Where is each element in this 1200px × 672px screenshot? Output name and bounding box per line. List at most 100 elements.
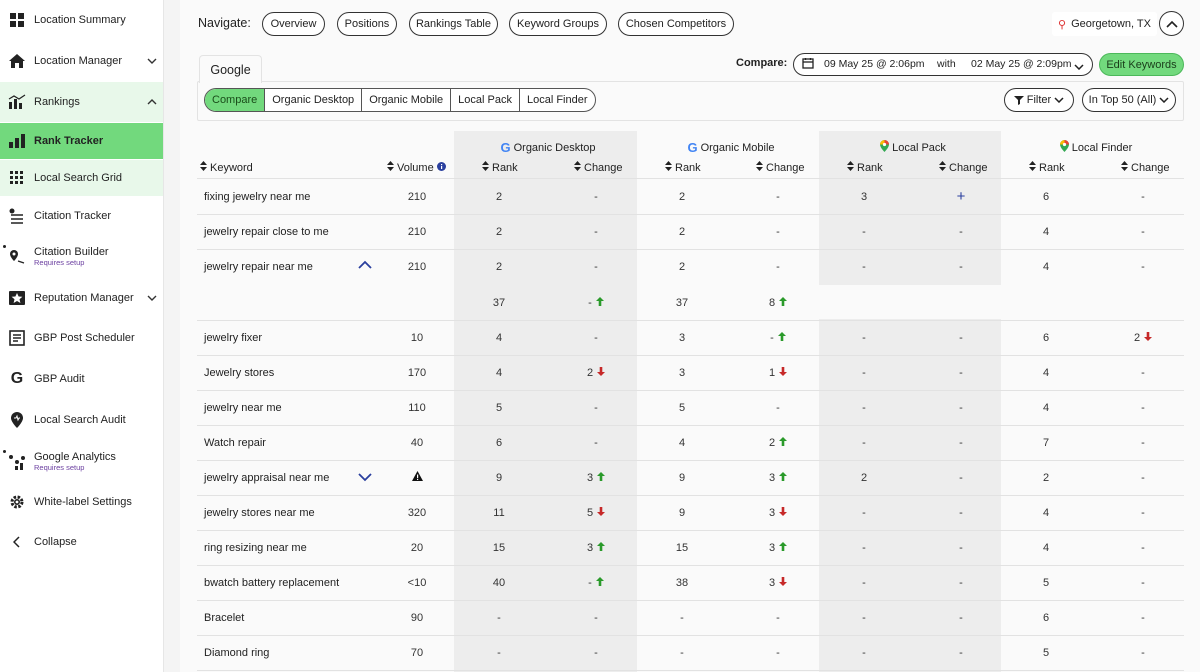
nav-pill-chosen-competitors[interactable]: Chosen Competitors: [618, 12, 734, 36]
sidebar-item-google-analytics[interactable]: Google Analytics Requires setup: [0, 448, 163, 476]
home-icon: [8, 52, 26, 70]
segment-organic-mobile[interactable]: Organic Mobile: [362, 89, 452, 111]
rank-cell: 9: [495, 472, 503, 484]
change-cell: 2: [758, 437, 798, 449]
rank-cell: 4: [495, 332, 503, 344]
column-header-rank[interactable]: Rank: [847, 161, 883, 174]
sidebar-item-citation-tracker[interactable]: Citation Tracker: [0, 204, 163, 228]
column-header-rank[interactable]: Rank: [665, 161, 701, 174]
nav-pill-positions[interactable]: Positions: [337, 12, 397, 36]
group-header-label: Organic Mobile: [700, 141, 775, 154]
column-header-change[interactable]: Change: [939, 161, 988, 174]
chevron-down-icon[interactable]: [147, 292, 157, 304]
change-value: -: [594, 226, 598, 238]
chevron-down-icon[interactable]: [147, 55, 157, 67]
change-value: -: [588, 297, 592, 309]
sidebar-item-white-label-settings[interactable]: White-label Settings: [0, 490, 163, 514]
sidebar-item-label: Rank Tracker: [34, 135, 104, 147]
sidebar-item-gbp-audit[interactable]: G GBP Audit: [0, 367, 163, 391]
chevron-down-icon[interactable]: [345, 473, 385, 485]
row-divider: [197, 670, 1184, 671]
rank-cell: 11: [493, 507, 505, 519]
sidebar-item-local-search-audit[interactable]: Local Search Audit: [0, 408, 163, 432]
column-header-change[interactable]: Change: [574, 161, 623, 174]
citation-icon: [8, 207, 26, 225]
segment-organic-desktop[interactable]: Organic Desktop: [265, 89, 363, 111]
bar-chart-icon: [8, 93, 26, 111]
info-icon[interactable]: [436, 161, 446, 174]
arrow-down-icon: [779, 367, 788, 379]
change-value: -: [776, 191, 780, 203]
change-cell: -: [941, 332, 981, 344]
sidebar-item-rankings[interactable]: Rankings: [0, 82, 163, 122]
location-selector[interactable]: ⚲ Georgetown, TX: [1052, 12, 1157, 36]
sidebar-item-label: GBP Audit: [34, 373, 85, 385]
volume-cell: 210: [407, 226, 427, 238]
sidebar-item-rank-tracker[interactable]: Rank Tracker: [0, 123, 163, 159]
column-header-label: Change: [949, 161, 988, 174]
column-header-volume[interactable]: Volume: [387, 161, 446, 174]
sidebar-item-citation-builder[interactable]: Citation Builder Requires setup: [0, 243, 163, 271]
segment-compare[interactable]: Compare: [205, 89, 266, 111]
nav-pill-rankings-table[interactable]: Rankings Table: [409, 12, 498, 36]
compare-date-selector[interactable]: 09 May 25 @ 2:06pm with 02 May 25 @ 2:09…: [793, 53, 1093, 76]
change-cell: -: [576, 577, 616, 589]
sidebar-item-gbp-post-scheduler[interactable]: GBP Post Scheduler: [0, 326, 163, 350]
column-header-label: Rank: [675, 161, 701, 174]
navigate-label: Navigate:: [198, 16, 251, 30]
star-box-icon: [8, 289, 26, 307]
change-value: -: [1141, 261, 1145, 273]
rank-cell: 37: [492, 297, 506, 309]
rank-cell: 2: [678, 261, 686, 273]
top-rank-dropdown[interactable]: In Top 50 (All): [1082, 88, 1176, 112]
google-g-icon: G: [500, 140, 511, 155]
change-value: -: [959, 332, 963, 344]
rank-cell: -: [862, 437, 866, 449]
change-cell: -: [576, 332, 616, 344]
sidebar-item-local-search-grid[interactable]: Local Search Grid: [0, 160, 163, 196]
volume-cell: <10: [407, 577, 427, 589]
change-cell: -: [758, 612, 798, 624]
column-header-label: Keyword: [210, 161, 253, 174]
tab-google[interactable]: Google: [199, 55, 262, 83]
rank-cell: -: [862, 226, 866, 238]
sidebar: Location Summary Location Manager Rankin…: [0, 0, 164, 672]
column-header-keyword[interactable]: Keyword: [200, 161, 253, 174]
column-header-rank[interactable]: Rank: [1029, 161, 1065, 174]
sidebar-item-location-summary[interactable]: Location Summary: [0, 8, 163, 32]
change-cell: 2: [1123, 332, 1163, 344]
change-cell: 3: [758, 472, 798, 484]
scroll-top-button[interactable]: [1159, 11, 1184, 36]
sort-icon: [574, 161, 581, 174]
nav-pill-overview[interactable]: Overview: [262, 12, 325, 36]
rank-cell: 2: [495, 261, 503, 273]
change-cell: -: [1123, 612, 1163, 624]
column-header-change[interactable]: Change: [756, 161, 805, 174]
rank-cell: 4: [1042, 542, 1050, 554]
sidebar-item-label: White-label Settings: [34, 496, 132, 508]
column-header-rank[interactable]: Rank: [482, 161, 518, 174]
change-cell: -: [1123, 191, 1163, 203]
edit-keywords-button[interactable]: Edit Keywords: [1099, 53, 1184, 76]
sidebar-item-location-manager[interactable]: Location Manager: [0, 49, 163, 73]
rank-cell: -: [862, 367, 866, 379]
arrow-up-icon: [595, 297, 604, 309]
rank-cell: 40: [492, 577, 506, 589]
row-divider: [197, 460, 1184, 461]
column-header-change[interactable]: Change: [1121, 161, 1170, 174]
segment-local-finder[interactable]: Local Finder: [520, 89, 595, 111]
row-divider: [197, 530, 1184, 531]
segment-local-pack[interactable]: Local Pack: [451, 89, 520, 111]
sidebar-item-reputation-manager[interactable]: Reputation Manager: [0, 286, 163, 310]
rank-cell: 4: [1042, 402, 1050, 414]
chevron-up-icon[interactable]: [345, 260, 385, 272]
collapse-button[interactable]: Collapse: [0, 530, 163, 554]
maps-pin-icon: [1059, 140, 1069, 155]
change-value: -: [1141, 647, 1145, 659]
arrow-up-icon: [779, 437, 788, 449]
chevron-up-icon[interactable]: [147, 96, 157, 108]
gear-icon: [8, 493, 26, 511]
change-cell: 1: [758, 367, 798, 379]
filter-dropdown[interactable]: Filter: [1004, 88, 1074, 112]
nav-pill-keyword-groups[interactable]: Keyword Groups: [509, 12, 607, 36]
